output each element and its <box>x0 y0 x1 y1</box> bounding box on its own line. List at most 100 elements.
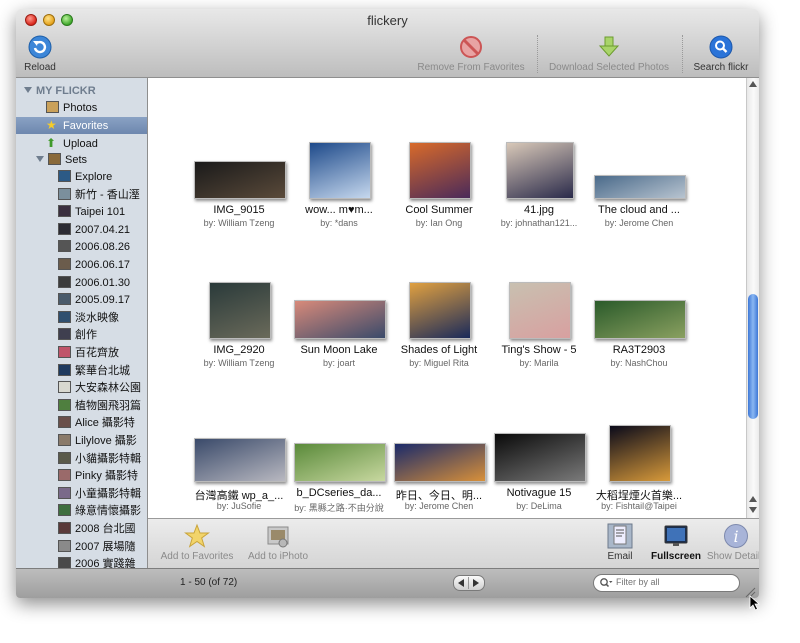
no-entry-icon <box>460 36 482 58</box>
set-thumbnail-icon <box>58 398 71 411</box>
sidebar-item-set[interactable]: 小童攝影特輯 <box>16 486 147 503</box>
scroll-up-arrow-icon[interactable] <box>749 81 757 87</box>
sidebar-item-label: 百花齊放 <box>75 347 119 359</box>
photo-thumbnail[interactable] <box>383 243 495 343</box>
sidebar-item-label: 新竹 - 香山溼 <box>75 188 140 201</box>
photo-author: by: johnathan121... <box>500 218 578 228</box>
photo-thumbnail[interactable] <box>383 103 495 203</box>
sidebar-item-favorites[interactable]: ★ Favorites <box>16 117 147 134</box>
photo-thumbnail[interactable] <box>383 386 495 486</box>
set-thumbnail-icon <box>58 170 71 182</box>
search-flickr-button[interactable]: Search flickr <box>689 35 753 73</box>
photo-thumbnail[interactable] <box>583 243 695 343</box>
show-details-button[interactable]: i Show Details <box>705 523 759 562</box>
sidebar-item-set[interactable]: Lilylove 攝影 <box>16 433 147 450</box>
fullscreen-button[interactable]: Fullscreen <box>650 523 702 562</box>
sidebar-item-set[interactable]: 淡水映像 <box>16 310 147 327</box>
photo-thumbnail[interactable] <box>183 103 295 203</box>
photo-thumbnail[interactable] <box>283 103 395 203</box>
upload-arrow-icon: ⬆ <box>46 136 57 150</box>
set-thumbnail-icon <box>58 328 71 341</box>
photo-author: by: Jerome Chen <box>404 501 474 511</box>
sidebar-item-set[interactable]: 植物園飛羽篇 <box>16 398 147 415</box>
disclosure-triangle-icon[interactable] <box>36 156 44 162</box>
next-page-icon[interactable] <box>473 579 479 587</box>
photo-thumbnail[interactable] <box>183 243 295 343</box>
photo-author: by: DeLima <box>516 501 562 511</box>
sidebar-item-set[interactable]: 2006.08.26 <box>16 239 147 256</box>
set-thumbnail-icon <box>58 187 71 200</box>
star-icon <box>184 523 210 548</box>
disclosure-triangle-icon[interactable] <box>24 87 32 93</box>
previous-page-icon[interactable] <box>458 579 464 587</box>
photo-thumbnail[interactable] <box>483 243 595 343</box>
photo-title: IMG_2920 <box>213 344 265 356</box>
sidebar-item-set[interactable]: 2008 台北國 <box>16 521 147 538</box>
sidebar-item-label: 創作 <box>75 329 97 342</box>
sidebar-item-set[interactable]: Alice 攝影特 <box>16 415 147 432</box>
sidebar-item-label: 植物園飛羽篇 <box>75 399 141 412</box>
sidebar-item-label: 2007 展場隨 <box>75 540 136 553</box>
scroll-down-arrow-icon[interactable] <box>749 507 757 513</box>
sidebar-item-set[interactable]: 百花齊放 <box>16 345 147 362</box>
sidebar-item-upload[interactable]: ⬆ Upload <box>16 135 147 152</box>
sidebar-item-set[interactable]: 2005.09.17 <box>16 292 147 309</box>
set-thumbnail-icon <box>58 346 71 358</box>
photo-title: wow... m♥m... <box>305 204 373 216</box>
sidebar-item-label: 小貓攝影特輯 <box>75 452 141 465</box>
photo-thumbnail[interactable] <box>483 386 595 486</box>
sidebar-item-set[interactable]: 2006 實踐雜 <box>16 556 147 568</box>
photo-author: by: Fishtail@Taipei <box>601 501 677 511</box>
filter-input[interactable] <box>616 577 731 587</box>
scroll-up-arrow-icon[interactable] <box>749 496 757 502</box>
photo-author: by: JuSofie <box>216 501 262 511</box>
photo-thumbnail[interactable] <box>283 243 395 343</box>
photo-image <box>594 299 686 339</box>
vertical-scrollbar[interactable] <box>746 78 759 518</box>
set-thumbnail-icon <box>58 557 71 568</box>
add-to-favorites-button[interactable]: Add to Favorites <box>156 523 238 562</box>
photo-image <box>309 142 371 199</box>
sidebar-item-set[interactable]: Pinky 攝影特 <box>16 468 147 485</box>
set-thumbnail-icon <box>58 293 71 306</box>
sidebar-section-my-flickr[interactable]: MY FLICKR <box>16 83 147 100</box>
sidebar-item-set[interactable]: 2007 展場隨 <box>16 539 147 556</box>
sidebar-item-set[interactable]: 小貓攝影特輯 <box>16 451 147 468</box>
sidebar-item-sets[interactable]: Sets <box>16 152 147 169</box>
scrollbar-thumb[interactable] <box>748 294 758 419</box>
sidebar-item-photos[interactable]: Photos <box>16 100 147 117</box>
sidebar-item-set[interactable]: 新竹 - 香山溼 <box>16 187 147 204</box>
sidebar-item-label: 2006.01.30 <box>75 276 131 289</box>
sidebar-item-set[interactable]: 2007.04.21 <box>16 222 147 239</box>
sidebar-item-set[interactable]: Taipei 101 <box>16 204 147 221</box>
photo-thumbnail[interactable] <box>483 103 595 203</box>
fullscreen-icon <box>664 525 688 546</box>
set-thumbnail-icon <box>58 310 71 323</box>
sets-icon <box>48 153 61 165</box>
email-button[interactable]: Email <box>602 523 638 562</box>
sidebar-item-set[interactable]: 大安森林公園 <box>16 380 147 397</box>
remove-from-favorites-label: Remove From Favorites <box>417 62 525 73</box>
photo-author: by: Ian Ong <box>415 218 463 228</box>
photo-thumbnail[interactable] <box>583 386 695 486</box>
reload-button[interactable]: Reload <box>22 35 58 73</box>
photo-thumbnail[interactable] <box>283 386 395 486</box>
sidebar-item-set[interactable]: 2006.01.30 <box>16 275 147 292</box>
photo-thumbnail[interactable] <box>583 103 695 203</box>
filter-search-field[interactable] <box>593 574 740 592</box>
photo-image <box>394 442 486 482</box>
download-selected-button[interactable]: Download Selected Photos <box>546 35 672 73</box>
remove-from-favorites-button[interactable]: Remove From Favorites <box>414 35 528 73</box>
set-thumbnail-icon <box>58 240 71 253</box>
add-to-iphoto-button[interactable]: Add to iPhoto <box>242 523 314 562</box>
sidebar-item-set[interactable]: 繁華台北城 <box>16 363 147 380</box>
sidebar-item-set[interactable]: 2006.06.17 <box>16 257 147 274</box>
photo-thumbnail[interactable] <box>183 386 295 486</box>
sidebar-item-label: Explore <box>75 171 113 183</box>
sidebar-item-set[interactable]: Explore <box>16 169 147 186</box>
mouse-cursor-icon <box>749 595 760 611</box>
sidebar-item-set[interactable]: 綠意情懷攝影 <box>16 503 147 520</box>
sidebar-item-set[interactable]: 創作 <box>16 327 147 344</box>
photo-image <box>209 282 271 339</box>
sidebar-item-label: Upload <box>63 138 98 150</box>
